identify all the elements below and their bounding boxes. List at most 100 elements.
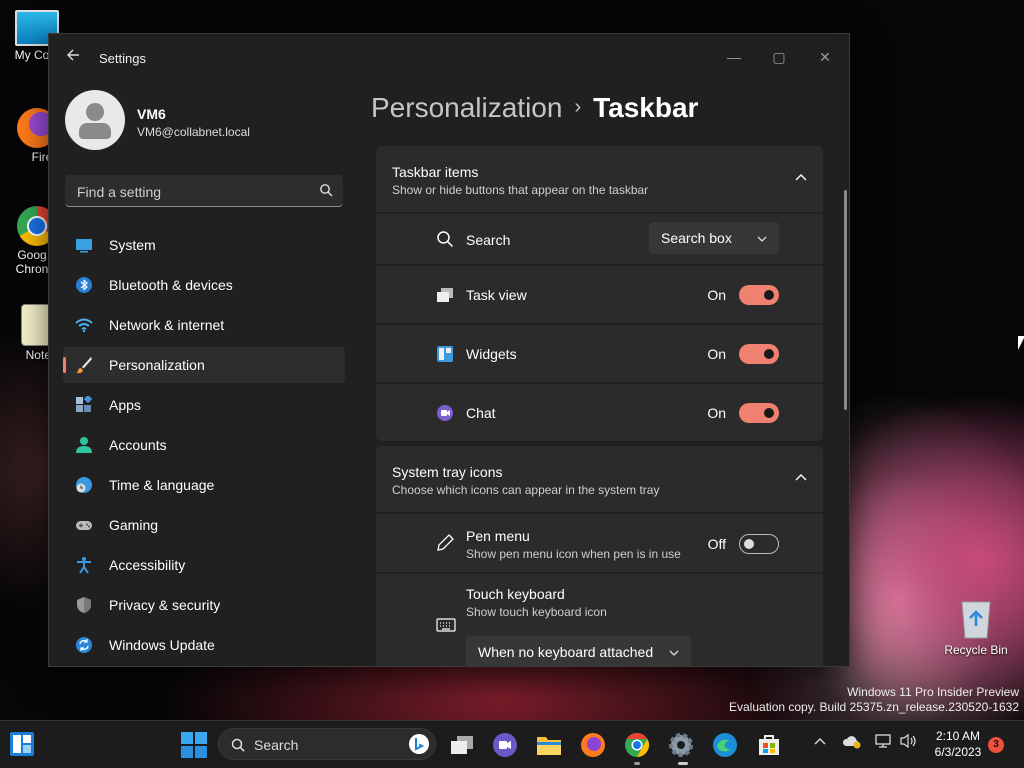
breadcrumb-separator: › [574,96,582,118]
search-icon [437,231,454,248]
chat-toggle[interactable] [739,403,779,423]
dropdown-value: Search box [661,230,732,246]
toggle-state: Off [707,536,726,552]
settings-gear-icon[interactable] [667,731,695,759]
search-row: Search Search box [376,212,823,264]
user-email: VM6@collabnet.local [137,125,250,139]
sidebar-item-bluetooth[interactable]: Bluetooth & devices [63,267,345,303]
maximize-button[interactable]: ▢ [759,42,799,72]
file-explorer-icon[interactable] [535,731,563,759]
taskbar-search-label: Search [254,737,299,753]
find-setting-search[interactable] [65,175,343,207]
sidebar-item-privacy[interactable]: Privacy & security [63,587,345,623]
row-label: Widgets [466,346,517,362]
recycle-bin-icon [961,601,991,639]
sidebar-nav: System Bluetooth & devices Network & int… [63,227,345,666]
search-icon [320,184,333,197]
recycle-bin-label: Recycle Bin [944,643,1008,657]
windows-watermark: Windows 11 Pro Insider Preview Evaluatio… [729,685,1019,715]
row-label: Pen menu [466,528,530,544]
running-indicator [634,762,640,765]
group-subtitle: Choose which icons can appear in the sys… [392,483,660,497]
close-button[interactable]: ✕ [805,42,845,72]
chrome-icon[interactable] [623,731,651,759]
widgets-taskbar-icon[interactable] [9,731,35,757]
firefox-icon[interactable] [579,731,607,759]
sidebar-item-label: Privacy & security [109,597,221,613]
breadcrumb-parent[interactable]: Personalization [371,92,562,123]
teams-chat-icon[interactable] [491,731,519,759]
widgets-toggle[interactable] [739,344,779,364]
wifi-icon [75,318,93,333]
sidebar-item-label: Windows Update [109,637,215,653]
bluetooth-icon [76,277,92,293]
volume-tray-icon[interactable] [898,733,918,753]
gamepad-icon [76,521,92,530]
sidebar-item-network[interactable]: Network & internet [63,307,345,343]
task-view-toggle[interactable] [739,285,779,305]
search-dropdown[interactable]: Search box [649,222,779,254]
taskbar-items-header[interactable]: Taskbar items Show or hide buttons that … [376,146,823,212]
system-tray-header[interactable]: System tray icons Choose which icons can… [376,446,823,512]
widgets-row: Widgets On [376,323,823,382]
scrollbar[interactable] [844,190,847,410]
user-profile[interactable]: VM6 VM6@collabnet.local [65,90,355,150]
watermark-line-2: Evaluation copy. Build 25375.zn_release.… [729,700,1019,714]
notification-badge[interactable]: 3 [988,737,1004,753]
sidebar-item-windows-update[interactable]: Windows Update [63,627,345,663]
sidebar-item-system[interactable]: System [63,227,345,263]
search-input[interactable] [75,181,309,203]
title-bar: Settings — ▢ ✕ [49,34,849,82]
chevron-down-icon [757,236,767,242]
desktop-icon-recycle-bin[interactable]: Recycle Bin [940,596,1012,657]
back-button[interactable] [63,48,83,68]
group-title: System tray icons [392,464,503,480]
row-description: Show touch keyboard icon [466,605,607,619]
pen-menu-toggle[interactable] [739,534,779,554]
row-label: Touch keyboard [466,586,565,602]
sidebar-item-time-language[interactable]: Time & language [63,467,345,503]
mouse-cursor [1018,336,1024,350]
row-label: Task view [466,287,527,303]
task-view-row: Task view On [376,264,823,323]
clock-date: 6/3/2023 [934,745,982,759]
shield-icon [77,597,91,613]
avatar [65,90,125,150]
chevron-up-icon [814,738,826,745]
system-icon [76,239,92,253]
page-title: Taskbar [593,92,699,123]
task-view-icon[interactable] [448,731,476,759]
edge-icon[interactable] [711,731,739,759]
chevron-up-icon[interactable] [795,472,807,484]
sidebar-item-label: Time & language [109,477,215,493]
chevron-up-icon[interactable] [795,172,807,184]
toggle-state: On [707,287,726,303]
store-icon[interactable] [755,731,783,759]
row-label: Search [466,232,511,248]
sidebar-item-accounts[interactable]: Accounts [63,427,345,463]
taskbar-clock[interactable]: 2:10 AM 6/3/2023 [930,728,986,760]
sidebar-item-personalization[interactable]: Personalization [63,347,345,383]
sidebar-item-accessibility[interactable]: Accessibility [63,547,345,583]
sidebar-item-apps[interactable]: Apps [63,387,345,423]
taskbar-items-group: Taskbar items Show or hide buttons that … [376,146,823,441]
start-icon[interactable] [180,731,208,759]
sidebar: VM6 VM6@collabnet.local System Bluetooth… [49,82,359,666]
onedrive-tray-icon[interactable] [842,733,862,753]
group-title: Taskbar items [392,164,479,180]
row-label: Chat [466,405,496,421]
settings-window: Settings — ▢ ✕ VM6 VM6@collabnet.local S… [48,33,850,667]
minimize-button[interactable]: — [714,42,754,72]
toggle-state: On [707,346,726,362]
network-tray-icon[interactable] [873,733,893,753]
show-hidden-icons-button[interactable] [810,733,830,753]
row-description: Show pen menu icon when pen is in use [466,547,681,561]
touch-keyboard-row: Touch keyboard Show touch keyboard icon … [376,572,823,666]
cloud-warning-icon [842,736,861,749]
sidebar-item-label: Personalization [109,357,205,373]
system-tray-group: System tray icons Choose which icons can… [376,446,823,666]
taskbar-search[interactable]: Search [218,728,436,760]
breadcrumb: Personalization › Taskbar [371,92,698,124]
sidebar-item-gaming[interactable]: Gaming [63,507,345,543]
touch-keyboard-dropdown[interactable]: When no keyboard attached [466,636,691,666]
